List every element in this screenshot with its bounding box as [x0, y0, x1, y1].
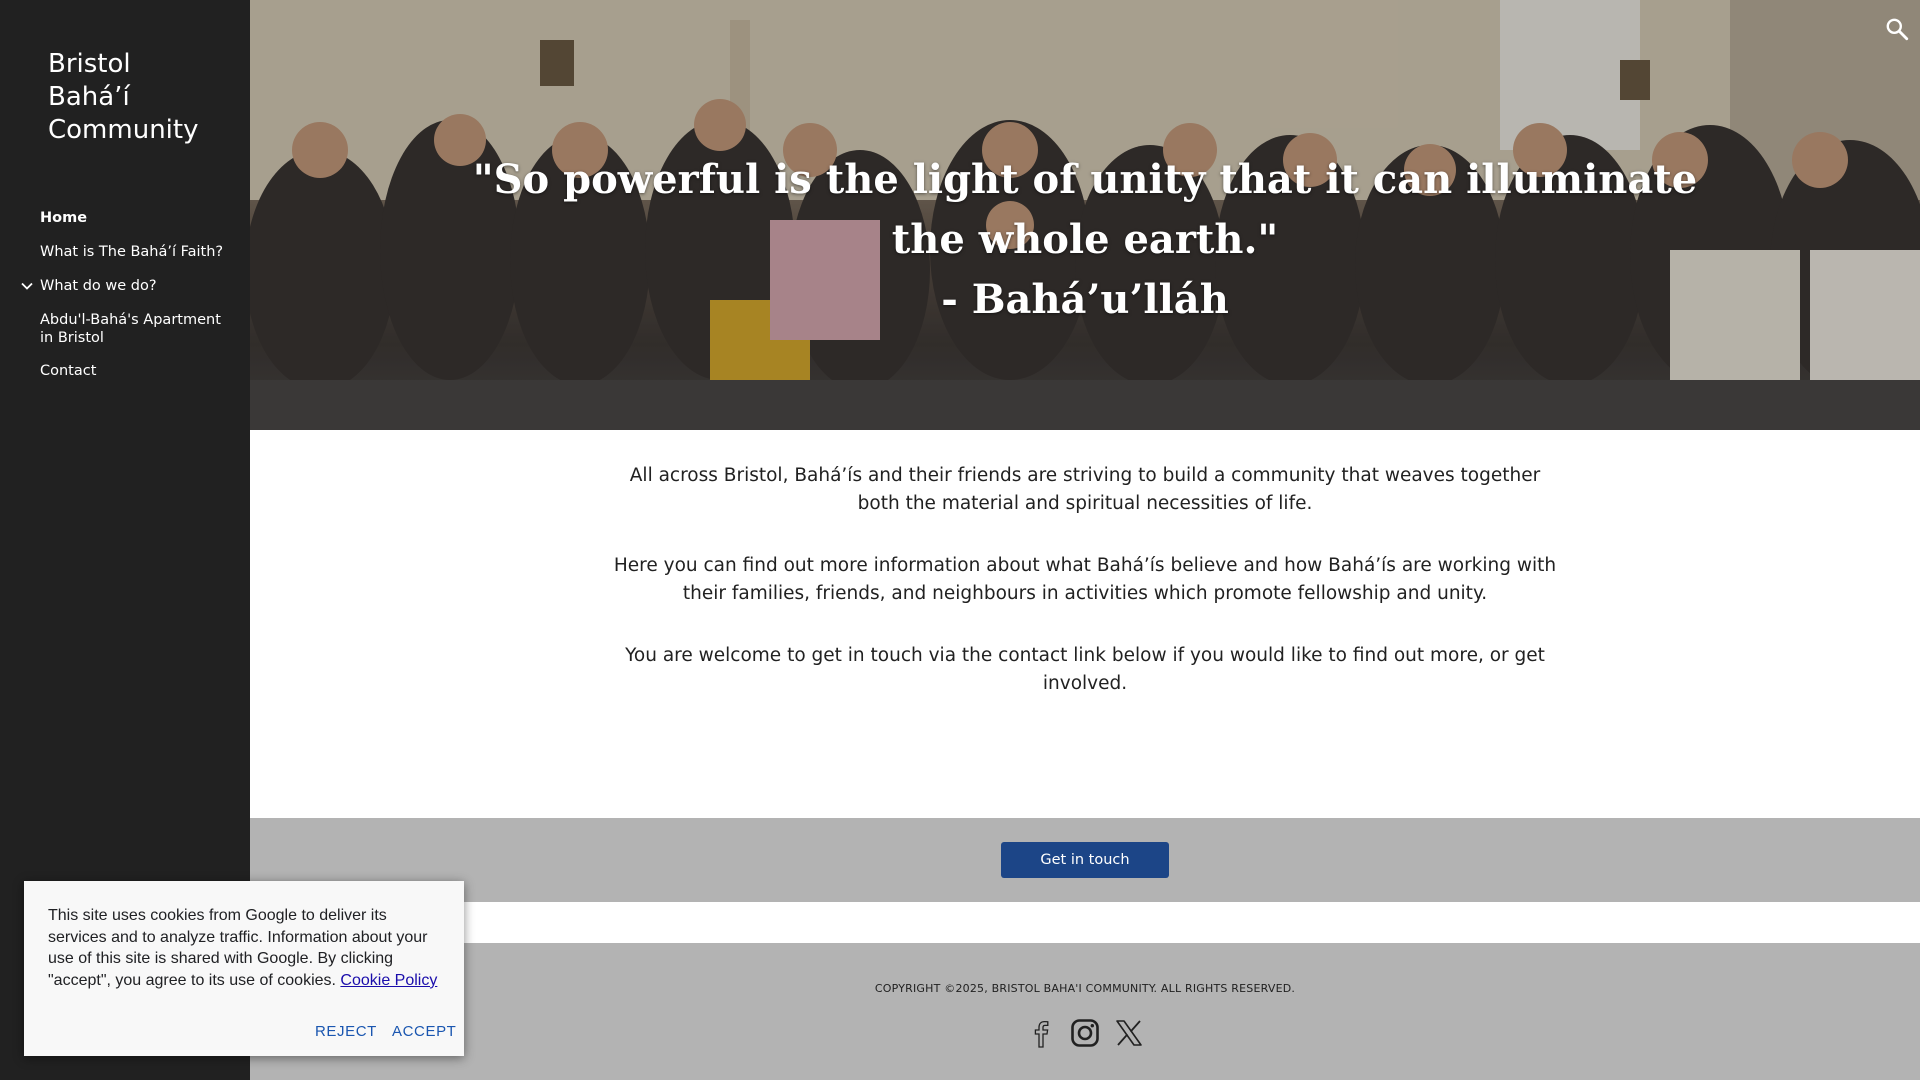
- quote-line: the whole earth.": [891, 216, 1279, 263]
- cta-band: Get in touch: [250, 818, 1920, 902]
- cookie-policy-link[interactable]: Cookie Policy: [340, 972, 437, 989]
- nav-item-label: What is The Bahá’í Faith?: [40, 244, 224, 260]
- nav-item-label: What do we do?: [40, 278, 157, 294]
- cookie-consent-dialog: This site uses cookies from Google to de…: [24, 881, 464, 1056]
- footer: COPYRIGHT ©2025, BRISTOL BAHA'I COMMUNIT…: [250, 943, 1920, 1080]
- reject-cookies-button[interactable]: REJECT: [315, 1023, 377, 1040]
- nav-item-abdul-baha-apartment[interactable]: Abdu'l-Bahá's Apartment in Bristol: [0, 311, 240, 347]
- nav-item-contact[interactable]: Contact: [0, 362, 112, 380]
- nav-item-what-is-bahai-faith[interactable]: What is The Bahá’í Faith?: [0, 243, 239, 261]
- nav-item-label: Contact: [40, 363, 97, 379]
- contact-paragraph: You are welcome to get in touch via the …: [625, 645, 1545, 694]
- hero-quote: "So powerful is the light of unity that …: [470, 150, 1700, 330]
- quote-line: "So powerful is the light of unity that …: [472, 156, 1698, 203]
- instagram-icon[interactable]: [1069, 1017, 1101, 1049]
- get-in-touch-button[interactable]: Get in touch: [1001, 842, 1169, 878]
- nav-item-home[interactable]: Home: [0, 209, 103, 227]
- facebook-icon[interactable]: [1025, 1017, 1057, 1049]
- accept-cookies-button[interactable]: ACCEPT: [392, 1023, 456, 1040]
- nav-item-label: Home: [40, 210, 88, 226]
- chevron-down-icon[interactable]: [19, 278, 35, 294]
- hero-banner: "So powerful is the light of unity that …: [250, 0, 1920, 430]
- main-content: All across Bristol, Bahá’ís and their fr…: [250, 430, 1920, 818]
- quote-attribution: - Bahá’u’lláh: [941, 276, 1229, 323]
- copyright-text: COPYRIGHT ©2025, BRISTOL BAHA'I COMMUNIT…: [874, 982, 1296, 995]
- search-icon[interactable]: [1884, 16, 1910, 42]
- cookie-message: This site uses cookies from Google to de…: [48, 905, 448, 991]
- info-paragraph: Here you can find out more information a…: [613, 555, 1557, 604]
- site-title-line: Community: [48, 115, 199, 145]
- site-title[interactable]: Bristol Bahá’í Community: [48, 48, 238, 147]
- site-title-line: Bahá’í: [48, 82, 130, 112]
- x-icon[interactable]: [1113, 1017, 1145, 1049]
- nav-item-what-do-we-do[interactable]: What do we do?: [0, 277, 173, 295]
- intro-paragraph: All across Bristol, Bahá’ís and their fr…: [629, 465, 1541, 514]
- site-title-line: Bristol: [48, 49, 131, 79]
- section-spacer: [250, 902, 1920, 943]
- nav-item-label: Abdu'l-Bahá's Apartment in Bristol: [40, 312, 221, 346]
